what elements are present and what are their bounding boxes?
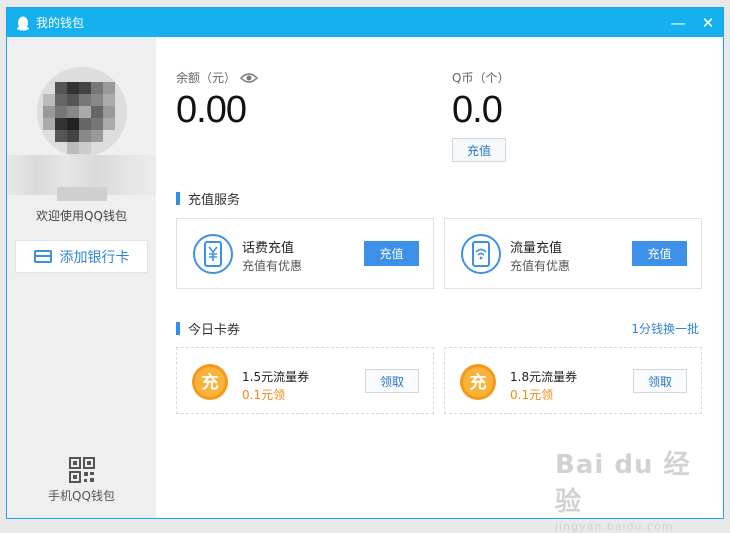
- qr-code-icon: [68, 457, 95, 483]
- wallet-window: 我的钱包 — ✕ 欢迎使用QQ钱包 添加银行卡 手机QQ钱包 余额（元） 0.0…: [6, 7, 724, 519]
- watermark-brand: Bai du 经验: [555, 450, 691, 517]
- coupon-title: 1.5元流量券: [242, 370, 310, 384]
- title-bar: 我的钱包 — ✕: [7, 8, 723, 37]
- balance-label: 余额（元）: [176, 71, 237, 85]
- watermark-url: jingyan.baidu.com: [555, 520, 674, 533]
- exchange-batch-link[interactable]: 1分钱换一批: [631, 320, 699, 337]
- phone-recharge-subtitle: 充值有优惠: [242, 259, 303, 273]
- coupon-price: 0.1元领: [242, 388, 286, 402]
- recharge-badge-icon: 充: [460, 364, 496, 400]
- recharge-badge-icon: 充: [192, 364, 228, 400]
- recharge-services-heading: 充值服务: [176, 189, 240, 208]
- coupon-card: 充 1.8元流量券 0.1元领 领取: [444, 347, 702, 414]
- minimize-button[interactable]: —: [663, 8, 693, 37]
- section-accent-bar: [176, 322, 180, 335]
- wifi-phone-icon: [461, 234, 501, 274]
- add-bank-card-button[interactable]: 添加银行卡: [15, 240, 148, 273]
- balance-label-row: 余额（元）: [176, 69, 259, 86]
- coupon-title: 1.8元流量券: [510, 370, 578, 384]
- data-recharge-title: 流量充值: [510, 241, 563, 256]
- mobile-wallet-link[interactable]: 手机QQ钱包: [7, 457, 156, 504]
- add-bank-card-label: 添加银行卡: [59, 249, 130, 266]
- qcoin-recharge-button[interactable]: 充值: [452, 138, 506, 162]
- close-button[interactable]: ✕: [693, 8, 723, 37]
- welcome-text: 欢迎使用QQ钱包: [36, 209, 127, 223]
- qcoin-label: Q币（个）: [452, 71, 510, 85]
- data-recharge-subtitle: 充值有优惠: [510, 259, 571, 273]
- qcoin-value: 0.0: [452, 89, 503, 131]
- coupons-heading: 今日卡券: [176, 319, 240, 338]
- data-recharge-button[interactable]: 充值: [632, 241, 687, 266]
- blurred-account: [57, 187, 107, 201]
- coupon-price: 0.1元领: [510, 388, 554, 402]
- coupon-badge-text: 充: [202, 372, 219, 393]
- bank-card-icon: [33, 250, 52, 263]
- avatar[interactable]: [37, 67, 127, 157]
- claim-coupon-button[interactable]: 领取: [633, 369, 687, 393]
- claim-coupon-button[interactable]: 领取: [365, 369, 419, 393]
- baidu-jingyan-watermark: Bai du 经验 jingyan.baidu.com: [555, 444, 705, 533]
- sidebar: 欢迎使用QQ钱包 添加银行卡 手机QQ钱包: [7, 37, 156, 518]
- phone-recharge-title: 话费充值: [242, 241, 295, 256]
- phone-recharge-card: 话费充值 充值有优惠 充值: [176, 218, 434, 289]
- yen-phone-icon: [193, 234, 233, 274]
- coupons-title: 今日卡券: [188, 323, 241, 338]
- coupon-badge-text: 充: [470, 372, 487, 393]
- phone-recharge-button[interactable]: 充值: [364, 241, 419, 266]
- section-accent-bar: [176, 192, 180, 205]
- recharge-services-title: 充值服务: [188, 193, 241, 208]
- mobile-wallet-label: 手机QQ钱包: [48, 489, 115, 503]
- balance-value: 0.00: [176, 89, 247, 131]
- data-recharge-card: 流量充值 充值有优惠 充值: [444, 218, 702, 289]
- coupon-card: 充 1.5元流量券 0.1元领 领取: [176, 347, 434, 414]
- qq-penguin-icon: [17, 16, 29, 30]
- window-title: 我的钱包: [36, 16, 85, 30]
- eye-icon[interactable]: [240, 72, 259, 84]
